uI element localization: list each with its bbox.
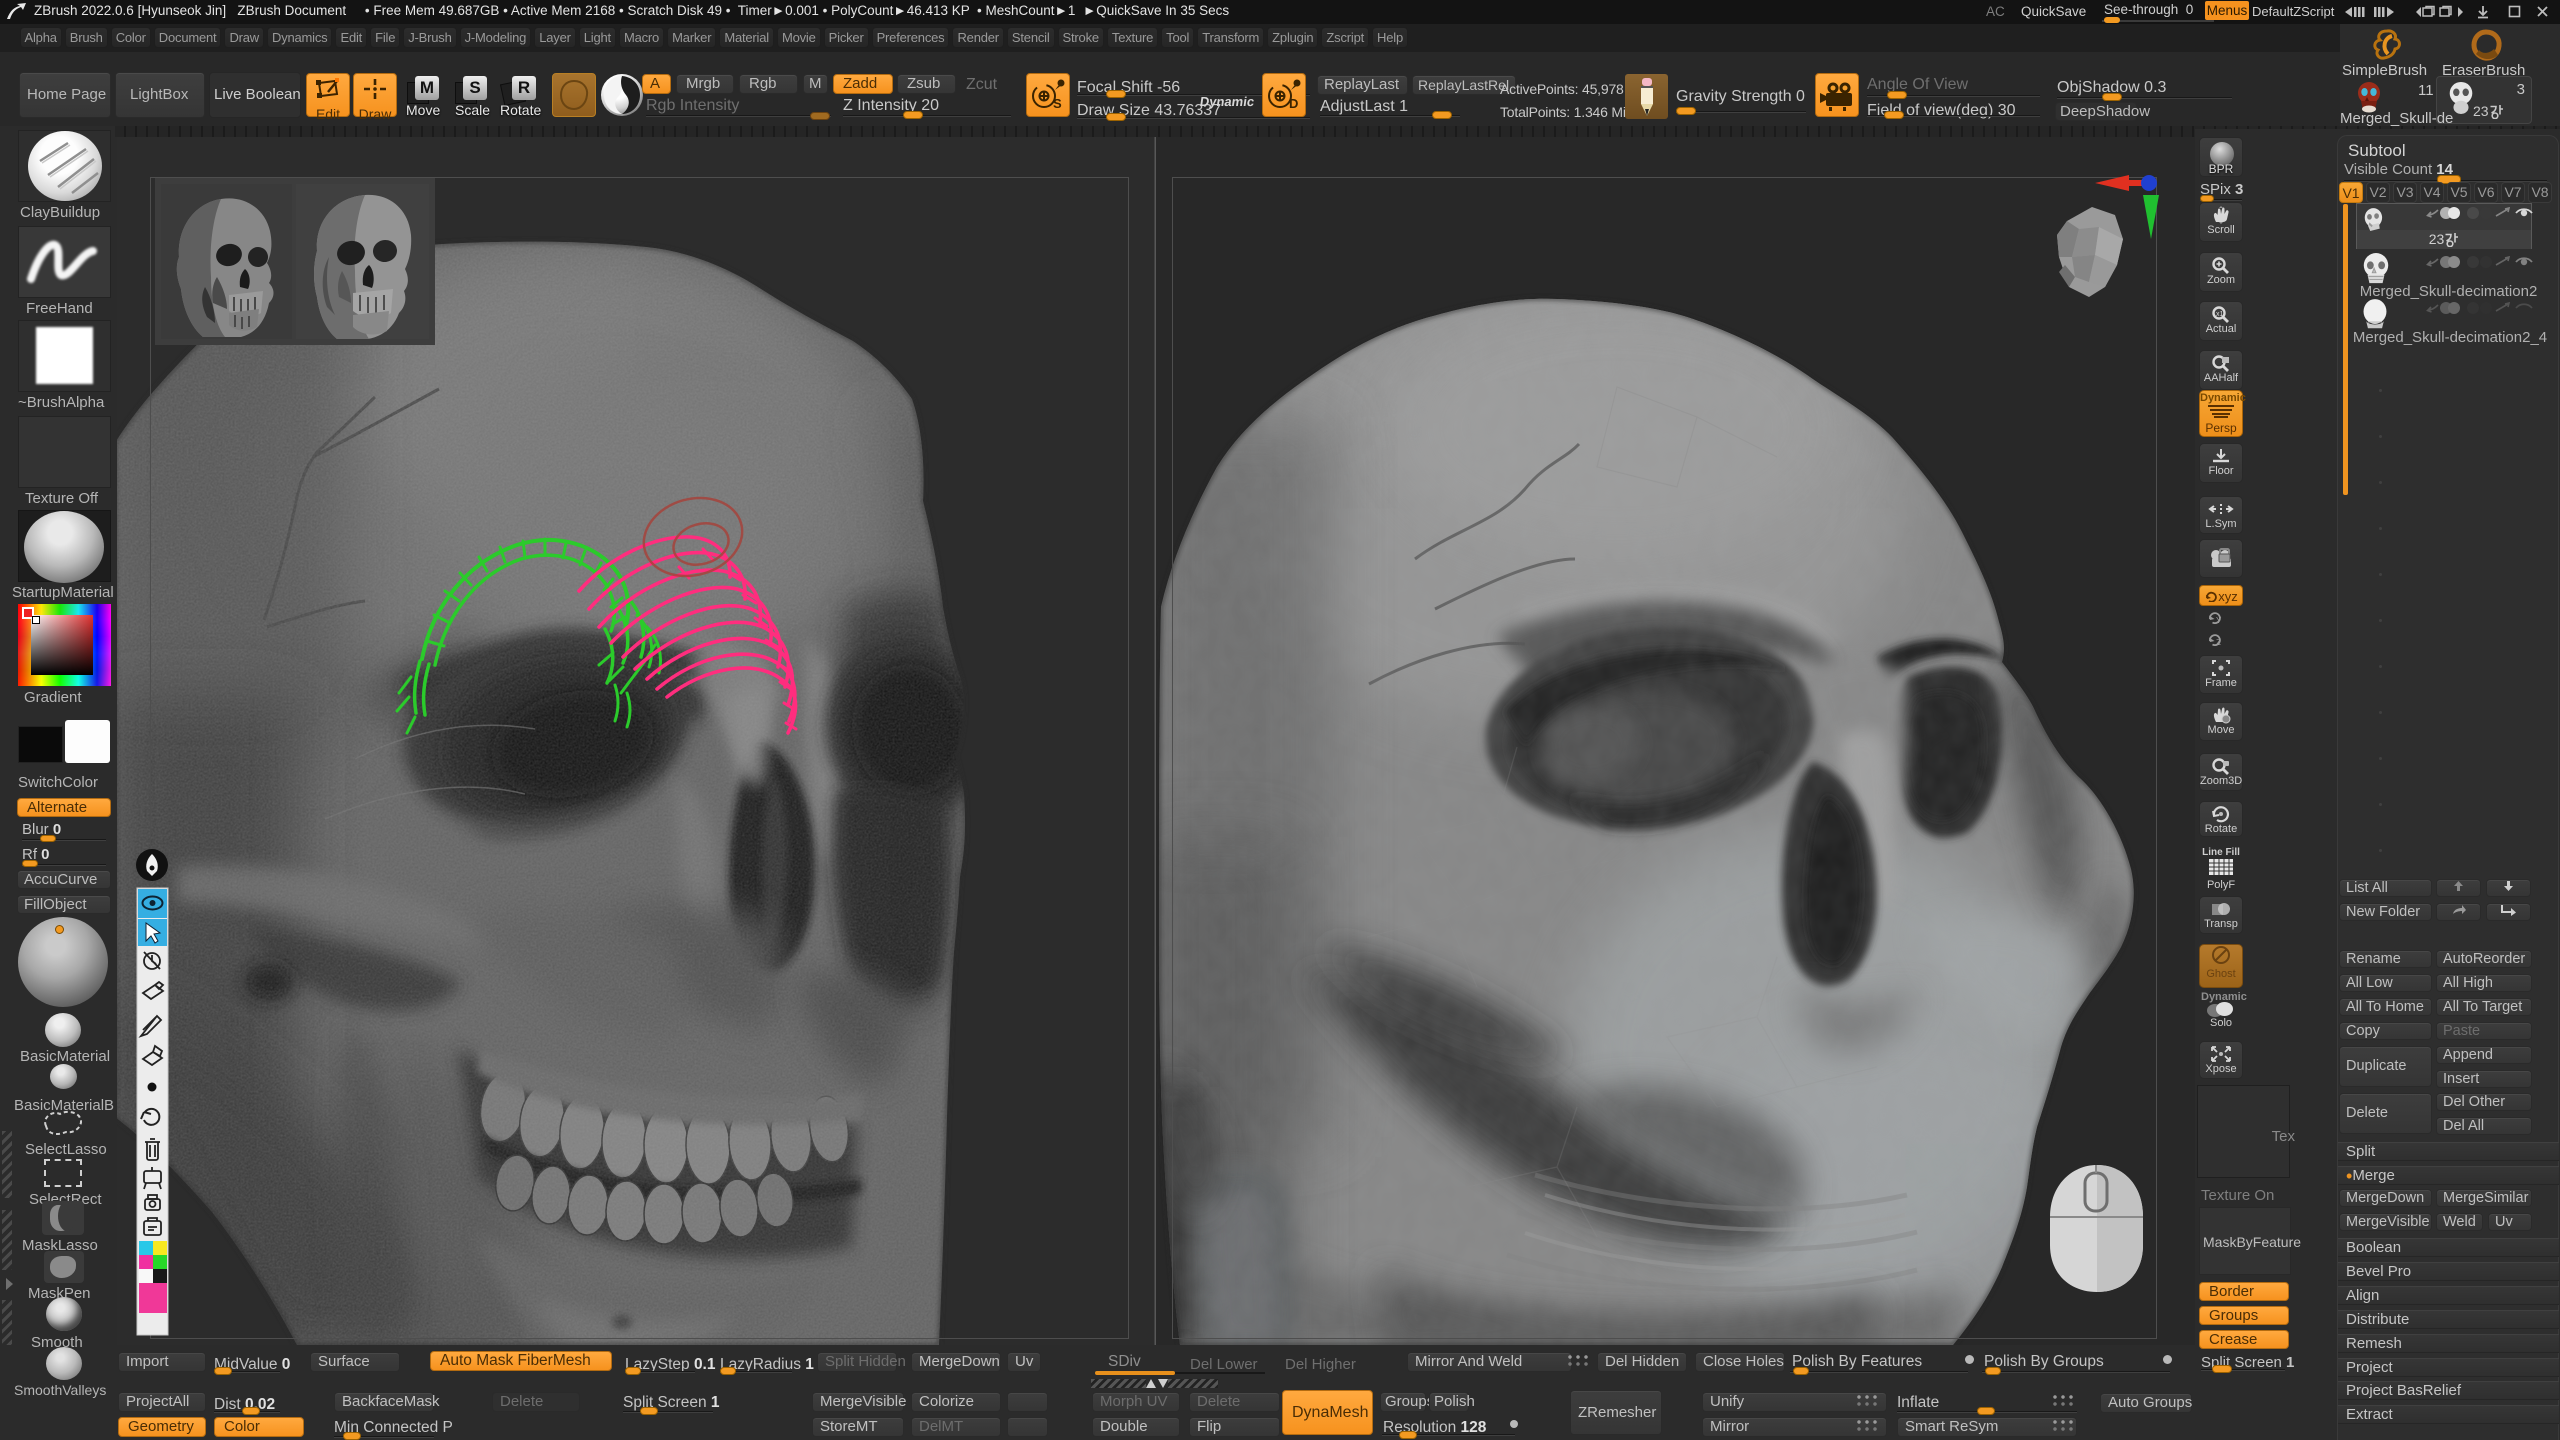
svg-text:x1: x1	[2216, 311, 2224, 318]
svg-text:Y: Y	[2216, 616, 2222, 624]
svg-text:S: S	[1053, 96, 1062, 111]
svg-text:Z: Z	[2216, 638, 2221, 646]
svg-text:D: D	[1289, 96, 1298, 111]
